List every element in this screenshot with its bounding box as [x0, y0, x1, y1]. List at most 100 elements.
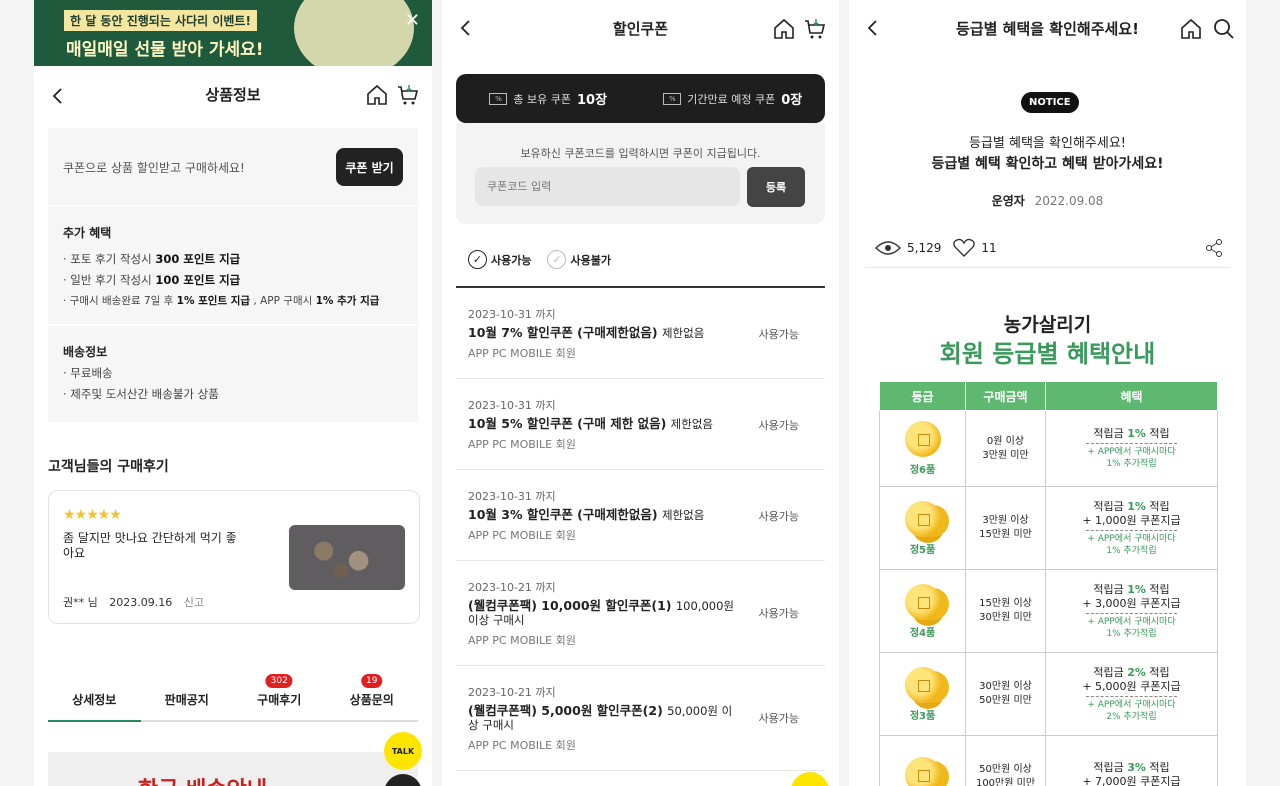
benefit-cell: 적립금 3% 적립 + 7,000원 쿠폰지급 — [1045, 735, 1218, 786]
rate-text: 적립금 — [1093, 665, 1128, 679]
back-icon[interactable] — [863, 18, 883, 38]
coupon-scope: APP PC MOBILE 회원 — [468, 347, 576, 360]
register-button[interactable]: 등록 — [747, 167, 805, 207]
report-link[interactable]: 신고 — [184, 596, 204, 609]
coupon-limit: 제한없음 — [670, 417, 713, 431]
back-icon[interactable] — [456, 18, 476, 38]
benefit-cell: 적립금 1% 적립 + 1,000원 쿠폰지급 + APP에서 구매시마다 1% 추가… — [1045, 486, 1218, 570]
check-icon: ✓ — [468, 250, 487, 269]
table-row: 정5품 3만원 이상 15만원 미만 적립금 1% 적립 + 1,000원 쿠폰지급… — [879, 486, 1218, 570]
tab-label: 판매공지 — [164, 693, 209, 707]
tab-inquiry[interactable]: 19 상품문의 — [326, 674, 419, 720]
amount-cell: 3만원 이상 15만원 미만 — [965, 486, 1046, 570]
moon-illustration — [294, 0, 414, 66]
home-icon[interactable] — [365, 83, 389, 107]
coupon-icon: % — [489, 92, 508, 105]
filter-available[interactable]: ✓ 사용가능 — [468, 250, 531, 269]
rate-text: 적립 — [1145, 427, 1170, 440]
coupon-expiry: 2023-10-31 까지 — [468, 490, 556, 503]
amount-min: 30만원 이상 — [979, 681, 1032, 692]
search-icon[interactable] — [1212, 17, 1236, 41]
review-card[interactable]: ★★★★★ 좀 달지만 맛나요 간단하게 먹기 좋아요 권** 님 2023.0… — [48, 490, 420, 624]
review-photo[interactable] — [289, 525, 405, 590]
home-icon[interactable] — [772, 17, 796, 41]
amount-max: 3만원 미만 — [982, 449, 1029, 461]
back-icon[interactable] — [48, 86, 68, 106]
coupon-status: 사용가능 — [758, 419, 799, 432]
close-icon[interactable]: ✕ — [405, 10, 420, 31]
page-title: 상품정보 — [205, 85, 261, 104]
rate-text: 적립 — [1145, 760, 1170, 774]
table-row: 정3품 30만원 이상 50만원 미만 적립금 2% 적립 + 5,000원 쿠폰지… — [879, 652, 1218, 736]
amount-cell: 15만원 이상 30만원 미만 — [965, 569, 1046, 653]
coupon-item[interactable]: 2023-10-31 까지 10월 3% 할인쿠폰 (구매제한없음) 제한없음 … — [456, 470, 825, 561]
coupon-filter: ✓ 사용가능 ✓ 사용불가 — [468, 250, 611, 269]
amount-min: 15만원 이상 — [979, 598, 1032, 609]
banner-tag: 한 달 동안 진행되는 사다리 이벤트! — [64, 10, 257, 31]
share-icon[interactable] — [1204, 238, 1224, 258]
coin-pile-icon — [904, 757, 941, 786]
benefit-line: · 일반 후기 작성시 100 포인트 지급 — [63, 270, 403, 291]
coupon-name: 10월 5% 할인쿠폰 (구매 제한 없음) 제한없음 — [468, 416, 740, 432]
benefit-highlight: 1% 포인트 지급 — [176, 295, 251, 307]
shipping-info: 배송정보 · 무료배송 · 제주및 도서산간 배송불가 상품 — [48, 326, 418, 422]
app-bonus-rate: 2% 추가적립 — [1106, 711, 1157, 722]
grade-cell: 정5품 — [879, 486, 966, 570]
benefit-line: · 포토 후기 작성시 300 포인트 지급 — [63, 249, 403, 270]
table-header-row: 등급 구매금액 혜택 — [879, 381, 1218, 411]
coupon-item[interactable]: 2023-10-31 까지 10월 7% 할인쿠폰 (구매제한없음) 제한없음 … — [456, 288, 825, 379]
column-header: 구매금액 — [965, 381, 1046, 411]
count-badge: 302 — [265, 674, 293, 688]
benefit-highlight: 100 포인트 지급 — [155, 273, 241, 287]
event-banner[interactable]: 한 달 동안 진행되는 사다리 이벤트! 매일매일 선물 받아 가세요! ✕ — [34, 0, 432, 66]
coupon-item[interactable]: 2023-10-21 까지 (웰컴쿠폰팩) 5,000원 할인쿠폰(2) 50,… — [456, 666, 825, 771]
coupon-item[interactable]: 2023-10-31 까지 10월 5% 할인쿠폰 (구매 제한 없음) 제한없… — [456, 379, 825, 470]
review-text: 좀 달지만 맛나요 간단하게 먹기 좋아요 — [63, 531, 237, 560]
coupon-summary: % 총 보유 쿠폰 10장 % 기간만료 예정 쿠폰 0장 — [456, 74, 825, 123]
coupon-title: (웰컴쿠폰팩) 10,000원 할인쿠폰(1) — [468, 598, 672, 613]
detail-image: 한국 배송안내 — [48, 752, 418, 786]
cart-icon[interactable] — [396, 83, 420, 107]
benefit-highlight: 1% 추가 지급 — [315, 295, 380, 307]
amount-max: 15만원 미만 — [979, 529, 1032, 540]
benefit-highlight: 300 포인트 지급 — [155, 252, 241, 266]
filter-unavailable[interactable]: ✓ 사용불가 — [547, 250, 611, 269]
tab-notice[interactable]: 판매공지 — [141, 688, 234, 720]
filter-label: 사용불가 — [570, 253, 611, 267]
shipping-title: 배송정보 — [63, 345, 108, 359]
home-icon[interactable] — [1179, 17, 1203, 41]
rate-value: 2% — [1127, 665, 1146, 679]
coupon-list: 2023-10-31 까지 10월 7% 할인쿠폰 (구매제한없음) 제한없음 … — [456, 288, 825, 771]
reward-rate: 적립금 2% 적립 — [1046, 666, 1217, 680]
coupon-code-input[interactable] — [475, 167, 740, 206]
detail-image-text: 한국 배송안내 — [138, 772, 267, 786]
heart-icon[interactable] — [953, 238, 976, 258]
coupon-scope: APP PC MOBILE 회원 — [468, 438, 576, 451]
filter-label: 사용가능 — [491, 253, 532, 267]
dash-divider — [1086, 695, 1177, 697]
reward-rate: 적립금 1% 적립 — [1046, 427, 1217, 441]
coupon-title: 10월 5% 할인쿠폰 (구매 제한 없음) — [468, 416, 667, 431]
dash-divider — [1086, 612, 1177, 614]
tab-reviews[interactable]: 302 구매후기 — [233, 674, 326, 720]
grade-cell: 정3품 — [879, 652, 966, 736]
coupon-status: 사용가능 — [758, 712, 799, 725]
cart-icon[interactable] — [803, 17, 827, 41]
star-rating: ★★★★★ — [63, 507, 122, 523]
check-icon: ✓ — [547, 250, 567, 269]
coupon-reward: + 1,000원 쿠폰지급 — [1082, 513, 1181, 527]
coupon-panel: 할인쿠폰 % 총 보유 쿠폰 10장 % 기간만료 예정 쿠폰 0장 보유하신 … — [442, 0, 839, 786]
coupon-expiry: 2023-10-31 까지 — [468, 399, 556, 412]
reward-rate: 적립금 1% 적립 — [1046, 500, 1217, 514]
coin-icon — [904, 421, 941, 457]
rate-text: 적립금 — [1093, 499, 1128, 513]
kakao-talk-button[interactable] — [791, 772, 829, 786]
coupon-expiry: 2023-10-21 까지 — [468, 686, 556, 699]
coupon-item[interactable]: 2023-10-21 까지 (웰컴쿠폰팩) 10,000원 할인쿠폰(1) 10… — [456, 561, 825, 666]
coupon-status: 사용가능 — [758, 510, 799, 523]
code-guide: 보유하신 쿠폰코드를 입력하시면 쿠폰이 지급됩니다. — [520, 147, 761, 160]
get-coupon-button[interactable]: 쿠폰 받기 — [336, 148, 403, 186]
tab-details[interactable]: 상세정보 — [48, 688, 141, 722]
kakao-talk-button[interactable]: TALK — [384, 732, 422, 770]
coupon-expiry: 2023-10-21 까지 — [468, 581, 556, 594]
